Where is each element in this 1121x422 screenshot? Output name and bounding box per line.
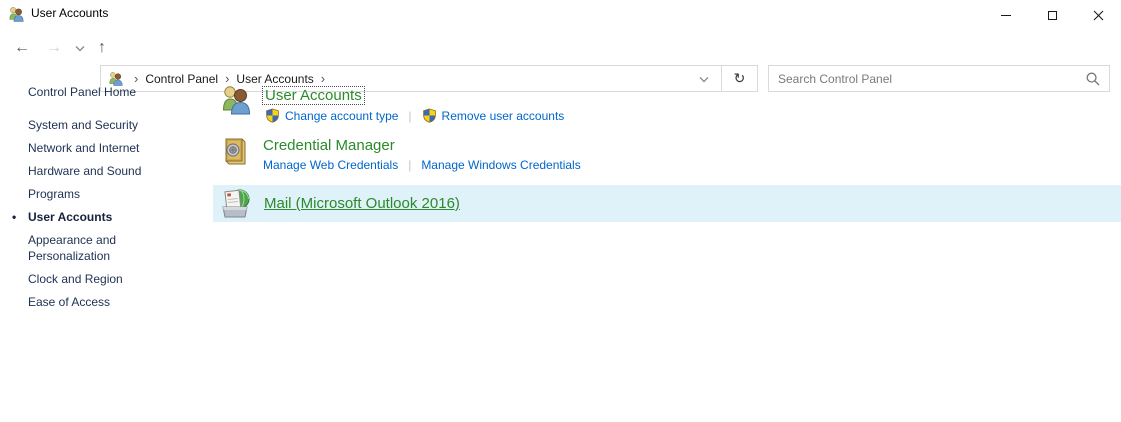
sidebar-item-programs[interactable]: Programs	[12, 186, 200, 202]
chevron-down-icon	[75, 44, 85, 52]
nav-arrows: ← → ↑	[6, 30, 114, 66]
user-accounts-app-icon	[8, 6, 25, 23]
credential-manager-icon	[218, 135, 251, 168]
task-divider: |	[398, 158, 421, 172]
section-mail[interactable]: Mail (Microsoft Outlook 2016)	[213, 185, 1121, 222]
back-button[interactable]: ←	[6, 40, 38, 56]
recent-locations-button[interactable]	[70, 44, 90, 52]
sidebar-item-network-and-internet[interactable]: Network and Internet	[12, 140, 200, 156]
sidebar: Control Panel Home System and Security N…	[12, 84, 200, 317]
sidebar-item-ease-of-access[interactable]: Ease of Access	[12, 294, 200, 310]
active-bullet-icon: •	[12, 209, 16, 225]
forward-button[interactable]: →	[38, 40, 70, 56]
main-content: User Accounts Change account type | Remo…	[213, 0, 1121, 422]
manage-web-credentials-link[interactable]: Manage Web Credentials	[263, 158, 398, 172]
section-user-accounts: User Accounts Change account type | Remo…	[220, 84, 564, 123]
sidebar-item-user-accounts[interactable]: • User Accounts	[12, 209, 200, 225]
sidebar-item-appearance-and-personalization[interactable]: Appearance and Personalization	[12, 232, 200, 264]
control-panel-window: User Accounts ← → ↑ › Control Panel › Us…	[0, 0, 1121, 422]
remove-user-accounts-link[interactable]: Remove user accounts	[442, 109, 565, 123]
window-title: User Accounts	[31, 6, 108, 20]
user-accounts-heading-link[interactable]: User Accounts	[262, 86, 365, 105]
mail-icon	[219, 187, 252, 220]
uac-shield-icon	[422, 108, 437, 123]
manage-windows-credentials-link[interactable]: Manage Windows Credentials	[421, 158, 580, 172]
sidebar-item-hardware-and-sound[interactable]: Hardware and Sound	[12, 163, 200, 179]
uac-shield-icon	[265, 108, 280, 123]
sidebar-item-clock-and-region[interactable]: Clock and Region	[12, 271, 200, 287]
mail-outlook-link[interactable]: Mail (Microsoft Outlook 2016)	[264, 195, 460, 212]
sidebar-item-control-panel-home[interactable]: Control Panel Home	[12, 84, 200, 100]
task-divider: |	[398, 109, 421, 123]
up-button[interactable]: ↑	[90, 40, 114, 56]
credential-manager-heading-link[interactable]: Credential Manager	[263, 137, 395, 154]
sidebar-item-system-and-security[interactable]: System and Security	[12, 117, 200, 133]
section-credential-manager: Credential Manager Manage Web Credential…	[218, 135, 581, 172]
user-accounts-icon	[220, 84, 253, 117]
change-account-type-link[interactable]: Change account type	[285, 109, 398, 123]
